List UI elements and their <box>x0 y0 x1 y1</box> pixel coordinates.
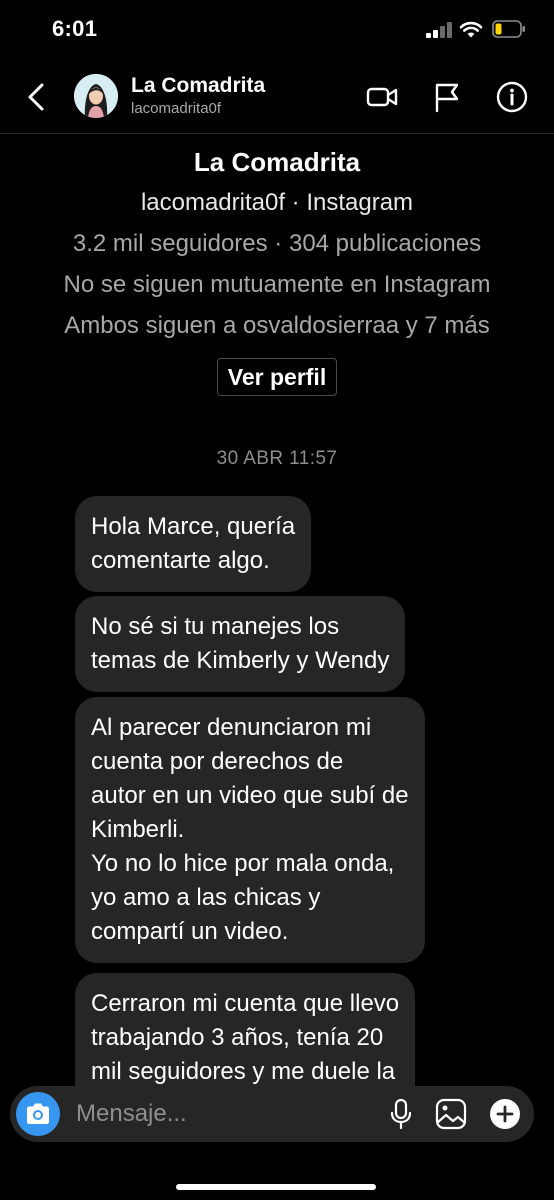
message-bubble[interactable]: Al parecer denunciaron mi cuenta por der… <box>75 697 425 963</box>
status-time: 6:01 <box>52 16 98 41</box>
profile-stats: 3.2 mil seguidores · 304 publicaciones <box>72 230 482 257</box>
message-text: Cerraron mi cuenta que llevo trabajando … <box>91 990 400 1085</box>
camera-button[interactable] <box>16 1092 60 1136</box>
contact-username[interactable]: lacomadrita0f <box>131 100 221 117</box>
info-icon[interactable] <box>495 80 529 114</box>
message-text: Hola Marce, quería comentarte algo. <box>91 513 296 574</box>
avatar-illustration-icon <box>74 74 118 118</box>
message-composer <box>10 1086 534 1142</box>
message-bubble[interactable]: No sé si tu manejes los temas de Kimberl… <box>75 596 406 692</box>
plus-circle-icon[interactable] <box>488 1097 522 1131</box>
profile-summary: La Comadrita lacomadrita0f · Instagram 3… <box>0 140 554 396</box>
message-text: Al parecer denunciaron mi cuenta por der… <box>91 714 409 945</box>
flag-icon[interactable] <box>430 80 464 114</box>
profile-name: La Comadrita <box>193 147 361 177</box>
gallery-icon[interactable] <box>434 1097 468 1131</box>
message-text: No sé si tu manejes los temas de Kimberl… <box>91 613 390 674</box>
message-input[interactable] <box>76 1098 366 1130</box>
signal-icon <box>426 22 452 38</box>
avatar[interactable] <box>74 74 118 118</box>
chevron-left-icon[interactable] <box>22 78 52 116</box>
profile-followed-by: Ambos siguen a osvaldosierraa y 7 más <box>64 312 490 339</box>
contact-name[interactable]: La Comadrita <box>131 74 265 98</box>
view-profile-button[interactable]: Ver perfil <box>216 358 338 396</box>
message-bubble[interactable]: Cerraron mi cuenta que llevo trabajando … <box>75 973 416 1086</box>
microphone-icon[interactable] <box>384 1097 418 1131</box>
wifi-icon <box>459 21 483 38</box>
conversation-header: La Comadrita lacomadrita0f <box>0 60 554 134</box>
video-camera-icon[interactable] <box>365 80 399 114</box>
message-timestamp: 30 ABR 11:57 <box>216 448 338 469</box>
camera-icon <box>27 1103 49 1124</box>
profile-mutual-status: No se siguen mutuamente en Instagram <box>63 271 491 298</box>
status-bar: 6:01 <box>0 0 554 60</box>
message-bubble[interactable]: Hola Marce, quería comentarte algo. <box>75 496 312 592</box>
profile-handle-line: lacomadrita0f · Instagram <box>140 189 414 216</box>
home-indicator <box>176 1184 376 1190</box>
battery-icon <box>492 20 525 38</box>
